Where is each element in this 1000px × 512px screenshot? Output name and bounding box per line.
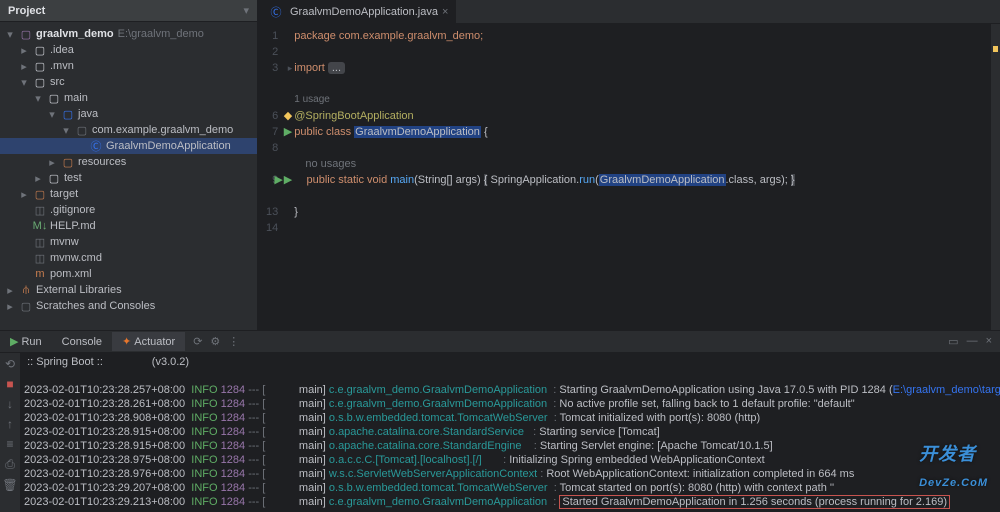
collapse-icon[interactable]: ▭ xyxy=(948,335,958,348)
class-icon: Ⓒ xyxy=(89,139,103,153)
actuator-icon: ✦ xyxy=(122,335,131,348)
folder-icon: ▢ xyxy=(33,43,47,57)
library-icon: ⫛ xyxy=(19,283,33,297)
console-gutter: ⟲ ■ ↓ ↑ ≡ ⎙ 🗑 xyxy=(0,353,20,512)
tree-item[interactable]: ▸▢.idea xyxy=(0,42,257,58)
tool-tabs: ▶Run Console ✦Actuator ⟳ ⚙ ⋮ ▭ — × xyxy=(0,331,1000,353)
code-editor[interactable]: 123▸ 6◆ 7▶ 8 9▶▶ 1314 package com.exampl… xyxy=(258,24,1000,330)
tree-item[interactable]: ▸▢test xyxy=(0,170,257,186)
tree-item[interactable]: ▾▢java xyxy=(0,106,257,122)
down-icon[interactable]: ↓ xyxy=(7,397,13,411)
project-header[interactable]: Project ▾ xyxy=(0,0,257,22)
dropdown-icon[interactable]: ▾ xyxy=(243,4,249,17)
gutter: 123▸ 6◆ 7▶ 8 9▶▶ 1314 xyxy=(258,24,294,330)
tree-item[interactable]: ◫mvnw xyxy=(0,234,257,250)
tree-item[interactable]: ▸▢target xyxy=(0,186,257,202)
project-label: Project xyxy=(8,5,45,17)
tab-run[interactable]: ▶Run xyxy=(0,332,52,351)
class-icon: Ⓒ xyxy=(269,5,283,19)
target-icon: ▢ xyxy=(33,187,47,201)
scrollbar-marker[interactable] xyxy=(990,24,1000,330)
maven-icon: m xyxy=(33,267,47,281)
md-icon: M↓ xyxy=(33,219,47,233)
editor-tab[interactable]: Ⓒ GraalvmDemoApplication.java × xyxy=(258,0,457,23)
tree-item[interactable]: ◫.gitignore xyxy=(0,202,257,218)
resources-icon: ▢ xyxy=(61,155,75,169)
close-icon[interactable]: × xyxy=(442,6,448,18)
wrap-icon[interactable]: ≡ xyxy=(6,437,13,451)
tree-item[interactable]: ▸▢resources xyxy=(0,154,257,170)
tree-item[interactable]: ▸▢Scratches and Consoles xyxy=(0,298,257,314)
rerun-icon[interactable]: ⟲ xyxy=(5,357,15,371)
file-icon: ◫ xyxy=(33,235,47,249)
toolbar-icons: ⟳ ⚙ ⋮ xyxy=(193,335,239,348)
tree-item[interactable]: ▸⫛External Libraries xyxy=(0,282,257,298)
scratches-icon: ▢ xyxy=(19,299,33,313)
folder-icon: ▢ xyxy=(33,59,47,73)
package-icon: ▢ xyxy=(75,123,89,137)
refresh-icon[interactable]: ⟳ xyxy=(193,335,202,348)
file-icon: ◫ xyxy=(33,251,47,265)
source-folder-icon: ▢ xyxy=(61,107,75,121)
tree-item[interactable]: mpom.xml xyxy=(0,266,257,282)
tree-item[interactable]: ▾▢main xyxy=(0,90,257,106)
tree-item[interactable]: ◫mvnw.cmd xyxy=(0,250,257,266)
close-panel-icon[interactable]: × xyxy=(986,335,992,348)
tab-actuator[interactable]: ✦Actuator xyxy=(112,332,185,351)
stop-icon[interactable]: ■ xyxy=(6,377,13,391)
minimize-icon[interactable]: — xyxy=(967,335,978,348)
run-icon: ▶ xyxy=(10,335,18,348)
editor-tabs: Ⓒ GraalvmDemoApplication.java × xyxy=(258,0,1000,24)
tab-label: GraalvmDemoApplication.java xyxy=(290,6,438,18)
folder-icon: ▢ xyxy=(47,91,61,105)
up-icon[interactable]: ↑ xyxy=(7,417,13,431)
folder-icon: ▢ xyxy=(47,171,61,185)
tree-root[interactable]: ▾▢graalvm_demoE:\graalvm_demo xyxy=(0,26,257,42)
code-content[interactable]: package com.example.graalvm_demo; import… xyxy=(294,24,990,330)
more-icon[interactable]: ⋮ xyxy=(228,335,239,348)
tree-item-selected[interactable]: ⒸGraalvmDemoApplication xyxy=(0,138,257,154)
editor: Ⓒ GraalvmDemoApplication.java × 123▸ 6◆ … xyxy=(258,0,1000,330)
folder-icon: ▢ xyxy=(33,75,47,89)
trash-icon[interactable]: 🗑 xyxy=(2,478,17,492)
filter-icon[interactable]: ⚙ xyxy=(210,335,220,348)
project-sidebar: Project ▾ ▾▢graalvm_demoE:\graalvm_demo … xyxy=(0,0,258,330)
print-icon[interactable]: ⎙ xyxy=(5,457,15,472)
tree-item[interactable]: ▸▢.mvn xyxy=(0,58,257,74)
tab-console[interactable]: Console xyxy=(52,333,112,351)
console: ⟲ ■ ↓ ↑ ≡ ⎙ 🗑 :: Spring Boot :: (v3.0.2)… xyxy=(0,353,1000,512)
tree-item[interactable]: ▾▢com.example.graalvm_demo xyxy=(0,122,257,138)
tree-item[interactable]: M↓HELP.md xyxy=(0,218,257,234)
module-icon: ▢ xyxy=(19,27,33,41)
tree-item[interactable]: ▾▢src xyxy=(0,74,257,90)
file-icon: ◫ xyxy=(33,203,47,217)
console-output[interactable]: :: Spring Boot :: (v3.0.2) 2023-02-01T10… xyxy=(20,353,1000,512)
run-panel: ▶Run Console ✦Actuator ⟳ ⚙ ⋮ ▭ — × ⟲ ■ ↓… xyxy=(0,330,1000,512)
project-tree: ▾▢graalvm_demoE:\graalvm_demo ▸▢.idea ▸▢… xyxy=(0,22,257,318)
